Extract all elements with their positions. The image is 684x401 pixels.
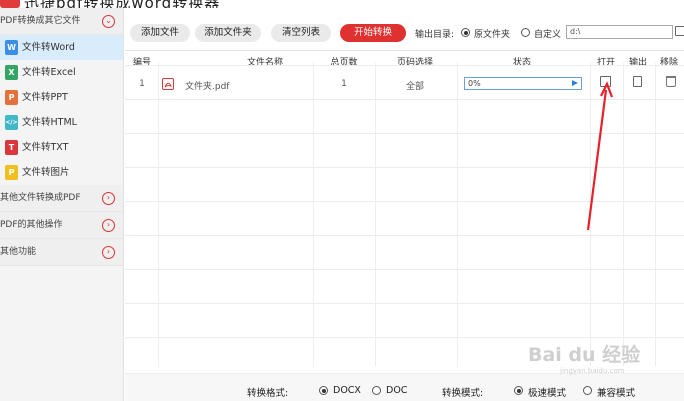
original-folder-radio[interactable] xyxy=(461,28,470,37)
row-divider xyxy=(125,303,684,304)
start-convert-button[interactable]: 开始转换 xyxy=(340,24,406,42)
sidebar-item-label: 文件转Excel xyxy=(22,67,76,78)
sidebar-category-pdf-ops[interactable]: PDF的其他操作 › xyxy=(0,212,123,239)
sidebar-item-label: 文件转HTML xyxy=(22,117,77,128)
col-header-pages: 总页数 xyxy=(330,58,358,68)
chevron-down-icon: ⌄ xyxy=(102,15,115,28)
file-table: 编号 文件名称 总页数 页码选择 状态 打开 输出 移除 1 文件夹.pdf 1… xyxy=(125,50,684,366)
sidebar-item-label: 文件转TXT xyxy=(22,142,69,153)
sidebar-item-label: 文件转Word xyxy=(22,42,75,53)
sidebar-category-other-func[interactable]: 其他功能 › xyxy=(0,239,123,266)
col-header-status: 状态 xyxy=(512,58,531,68)
sidebar-item-label: 文件转图片 xyxy=(22,167,70,178)
compat-mode-label: 兼容模式 xyxy=(597,388,636,399)
ppt-icon: P xyxy=(5,90,18,105)
col-header-output: 输出 xyxy=(628,58,647,68)
open-external-icon[interactable] xyxy=(600,76,611,87)
export-icon[interactable] xyxy=(633,76,642,87)
progress-bar: 0% xyxy=(464,77,582,90)
format-label: 转换格式: xyxy=(247,388,289,399)
sidebar-category-other-to-pdf[interactable]: 其他文件转换成PDF › xyxy=(0,185,123,212)
docx-label: DOCX xyxy=(333,385,361,396)
column-divider xyxy=(623,63,624,366)
sidebar-item-image[interactable]: P 文件转图片 xyxy=(0,160,123,185)
sidebar-item-html[interactable]: </> 文件转HTML xyxy=(0,110,123,135)
page-count: 1 xyxy=(341,79,347,89)
clear-list-button[interactable]: 清空列表 xyxy=(271,24,331,42)
column-divider xyxy=(457,63,458,366)
chevron-right-icon: › xyxy=(102,246,115,259)
chevron-right-icon: › xyxy=(102,219,115,232)
add-file-button[interactable]: 添加文件 xyxy=(130,24,190,42)
docx-radio[interactable] xyxy=(319,386,328,395)
row-divider xyxy=(125,235,684,236)
sidebar-item-ppt[interactable]: P 文件转PPT xyxy=(0,85,123,110)
app-logo-icon xyxy=(0,0,20,8)
row-divider xyxy=(125,269,684,270)
col-header-open: 打开 xyxy=(596,58,615,68)
row-divider xyxy=(125,201,684,202)
watermark-url: jingyan.baidu.com xyxy=(560,367,625,375)
bottom-options: 转换格式: DOCX DOC 转换模式: 极速模式 兼容模式 xyxy=(125,373,684,401)
sidebar-item-word[interactable]: W 文件转Word xyxy=(0,35,123,60)
folder-icon[interactable] xyxy=(675,26,684,36)
doc-label: DOC xyxy=(386,385,408,396)
sidebar: PDF转换成其它文件 ⌄ W 文件转Word X 文件转Excel P 文件转P… xyxy=(0,8,124,401)
column-divider xyxy=(590,63,591,366)
page-range[interactable]: 全部 xyxy=(387,79,443,92)
sidebar-item-excel[interactable]: X 文件转Excel xyxy=(0,60,123,85)
row-divider xyxy=(125,167,684,168)
file-name: 文件夹.pdf xyxy=(185,82,230,92)
html-icon: </> xyxy=(5,115,18,130)
column-divider xyxy=(375,63,376,366)
output-path-input[interactable]: d:\ xyxy=(566,25,673,39)
trash-icon[interactable] xyxy=(666,76,676,87)
word-icon: W xyxy=(5,40,18,55)
play-icon[interactable] xyxy=(572,80,578,86)
sidebar-item-label: 文件转PPT xyxy=(22,92,68,103)
sidebar-item-txt[interactable]: T 文件转TXT xyxy=(0,135,123,160)
col-header-range: 页码选择 xyxy=(396,58,433,68)
output-dir-label: 输出目录: xyxy=(415,30,455,40)
row-divider xyxy=(125,65,684,66)
sidebar-category-label: PDF的其他操作 xyxy=(0,220,63,230)
column-divider xyxy=(655,63,656,366)
col-header-name: 文件名称 xyxy=(246,58,283,68)
toolbar: 添加文件 添加文件夹 清空列表 开始转换 输出目录: 原文件夹 自定义 d:\ xyxy=(125,24,684,44)
excel-icon: X xyxy=(5,65,18,80)
fast-mode-label: 极速模式 xyxy=(528,388,567,399)
row-divider xyxy=(125,99,684,100)
col-header-remove: 移除 xyxy=(659,58,678,68)
title-bar: 迅捷pdf转换成word转换器 xyxy=(0,0,684,8)
mode-label: 转换模式: xyxy=(442,388,484,399)
row-index: 1 xyxy=(139,79,145,89)
sidebar-category-pdf-to-other[interactable]: PDF转换成其它文件 ⌄ xyxy=(0,8,123,35)
pdf-file-icon xyxy=(162,78,174,90)
sidebar-category-label: 其他文件转换成PDF xyxy=(0,193,81,203)
compat-mode-radio[interactable] xyxy=(583,386,592,395)
custom-radio[interactable] xyxy=(521,28,530,37)
column-divider xyxy=(158,63,159,366)
original-folder-label: 原文件夹 xyxy=(474,30,511,40)
watermark: Bai du 经验 xyxy=(528,344,641,366)
sidebar-category-label: PDF转换成其它文件 xyxy=(0,16,81,26)
row-divider xyxy=(125,337,684,338)
fast-mode-radio[interactable] xyxy=(514,386,523,395)
doc-radio[interactable] xyxy=(372,386,381,395)
column-divider xyxy=(313,63,314,366)
progress-text: 0% xyxy=(468,79,481,88)
window-title: 迅捷pdf转换成word转换器 xyxy=(24,0,220,8)
sidebar-category-label: 其他功能 xyxy=(0,247,37,257)
chevron-right-icon: › xyxy=(102,192,115,205)
custom-label: 自定义 xyxy=(534,30,562,40)
txt-icon: T xyxy=(5,140,18,155)
col-header-index: 编号 xyxy=(132,58,151,68)
row-divider xyxy=(125,133,684,134)
image-icon: P xyxy=(5,165,18,180)
add-folder-button[interactable]: 添加文件夹 xyxy=(195,24,261,42)
